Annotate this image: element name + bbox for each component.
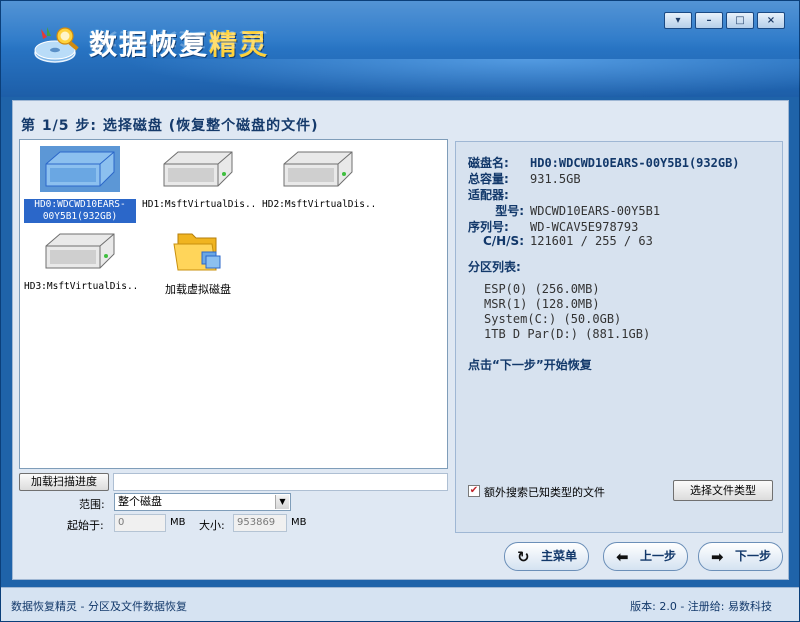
disk-info-panel: 磁盘名: HD0:WDCWD10EARS-00Y5B1(932GB) 总容量: 93… [455,141,783,533]
refresh-icon: ↻ [517,548,530,566]
status-app-description: 数据恢复精灵 - 分区及文件数据恢复 [11,600,187,613]
arrow-right-icon: ➡ [711,548,724,566]
minimize-icon: – [706,15,712,26]
range-select-value: 整个磁盘 [118,495,162,508]
load-virtual-disk-label: 加载虚拟磁盘 [165,283,231,296]
maximize-icon: □ [735,15,745,26]
start-label: 起始于: [67,519,104,532]
status-version-info: 版本: 2.0 - 注册给: 易数科技 [630,600,772,613]
hard-disk-icon [163,151,233,187]
close-icon: × [766,15,776,26]
hard-disk-icon [40,146,120,192]
folder-icon [173,233,221,271]
disk-label: HD2:MsftVirtualDis... [262,199,374,210]
window-controls: ▾ – □ × [664,12,785,29]
chevron-down-icon: ▼ [275,495,289,509]
disk-label: HD0:WDCWD10EARS-00Y5B1(932GB) [24,199,136,223]
size-unit-label: MB [291,517,307,528]
range-label: 范围: [79,498,105,511]
title-header: 数据恢复精灵 数据恢复精灵 ▾ – □ × [1,1,800,99]
partition-list-title: 分区列表: [468,260,521,274]
partition-item: MSR(1) (128.0MB) [484,297,600,311]
start-offset-input[interactable]: 0 [114,514,166,532]
dropdown-icon: ▾ [675,15,681,26]
load-scan-progress-button[interactable]: 加载扫描进度 [19,473,109,491]
app-logo-icon [34,27,79,63]
disk-item-hd2[interactable]: HD2:MsftVirtualDis... [262,142,374,226]
model-row: 型号: WDCWD10EARS-00Y5B1 [495,204,661,218]
extra-search-checkbox[interactable]: ✔ [468,485,480,497]
app-title-reflection: 数据恢复精灵 [89,28,270,52]
minimize-button[interactable]: – [695,12,723,29]
capacity-row: 总容量: 931.5GB [468,172,581,186]
disk-item-hd0[interactable]: HD0:WDCWD10EARS-00Y5B1(932GB) [24,142,136,226]
step-title: 第 1/5 步: 选择磁盘 (恢复整个磁盘的文件) [21,118,319,134]
partition-item: 1TB D Par(D:) (881.1GB) [484,327,651,341]
main-panel: 第 1/5 步: 选择磁盘 (恢复整个磁盘的文件) HD0:WDCWD10EAR… [12,100,789,580]
app-window: 数据恢复精灵 数据恢复精灵 ▾ – □ × 第 1/5 步: 选择磁盘 (恢复整… [0,0,800,622]
start-recovery-hint: 点击“下一步”开始恢复 [468,358,592,372]
disk-item-hd1[interactable]: HD1:MsftVirtualDis... [142,142,254,226]
choose-filetype-button[interactable]: 选择文件类型 [673,480,773,501]
serial-row: 序列号: WD-WCAV5E978793 [468,220,639,234]
close-button[interactable]: × [757,12,785,29]
size-label: 大小: [199,519,225,532]
partition-item: ESP(0) (256.0MB) [484,282,600,296]
start-unit-label: MB [170,517,186,528]
hard-disk-icon [45,233,115,269]
adapter-row: 适配器: [468,188,509,202]
disk-label: HD3:MsftVirtualDis... [24,281,136,292]
maximize-button[interactable]: □ [726,12,754,29]
disk-name-row: 磁盘名: HD0:WDCWD10EARS-00Y5B1(932GB) [468,156,740,170]
load-virtual-disk-item[interactable]: 加载虚拟磁盘 [142,220,254,304]
size-input[interactable]: 953869 [233,514,287,532]
next-step-button[interactable]: ➡ 下一步 [698,542,783,571]
hard-disk-icon [283,151,353,187]
chs-row: C/H/S: 121601 / 255 / 63 [482,234,653,248]
main-menu-button[interactable]: ↻ 主菜单 [504,542,589,571]
status-bar: 数据恢复精灵 - 分区及文件数据恢复 版本: 2.0 - 注册给: 易数科技 [1,587,799,621]
partition-item: System(C:) (50.0GB) [484,312,622,326]
range-select[interactable]: 整个磁盘 ▼ [114,493,291,511]
disk-item-hd3[interactable]: HD3:MsftVirtualDis... [24,224,136,308]
disk-label: HD1:MsftVirtualDis... [142,199,254,210]
extra-search-label: 额外搜索已知类型的文件 [484,486,605,499]
window-menu-button[interactable]: ▾ [664,12,692,29]
previous-step-button[interactable]: ⬅ 上一步 [603,542,688,571]
arrow-left-icon: ⬅ [616,548,629,566]
disk-list[interactable]: HD0:WDCWD10EARS-00Y5B1(932GB) HD1:MsftVi… [19,139,448,469]
scan-progress-bar [113,473,448,491]
